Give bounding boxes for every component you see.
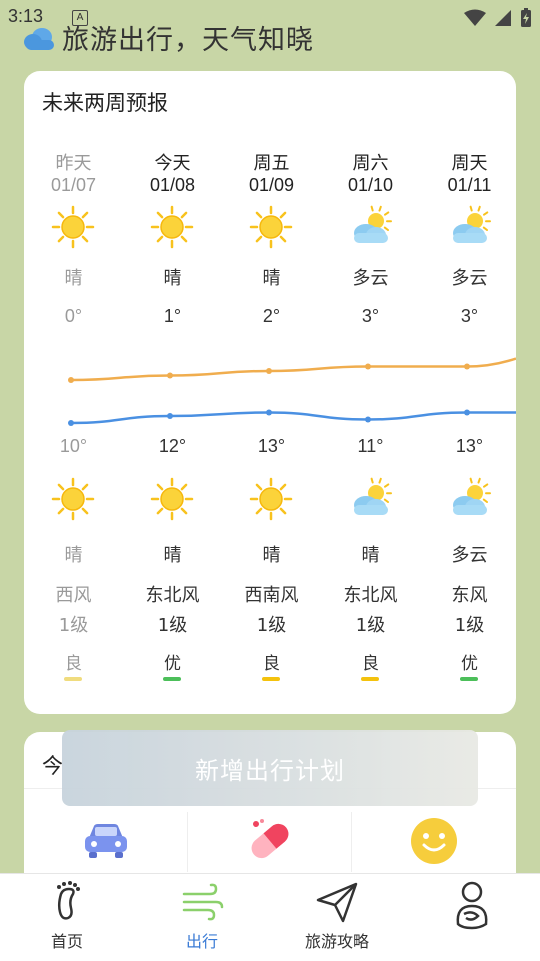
sun-icon <box>51 477 95 521</box>
day-weather-text: 晴 <box>262 268 281 289</box>
car-icon[interactable] <box>81 816 131 866</box>
sun-icon <box>150 205 194 249</box>
date-label: 01/07 <box>50 175 97 195</box>
low-temp: 13° <box>257 436 286 456</box>
day-weather-text: 多云 <box>451 268 488 289</box>
high-temp: 3° <box>460 306 479 326</box>
night-weather-text: 晴 <box>64 545 83 566</box>
night-weather-text: 晴 <box>163 545 182 566</box>
wind-level: 1级 <box>256 615 287 636</box>
sun-icon <box>249 205 293 249</box>
page-title: 旅游出行，天气知晓 <box>62 25 314 56</box>
wind-direction: 东风 <box>451 585 488 606</box>
wind-level: 1级 <box>157 615 188 636</box>
night-weather-text: 晴 <box>262 545 281 566</box>
aqi-label: 优 <box>461 654 478 674</box>
forecast-day-column: 今天 01/08 晴 1° 12° 晴 东北风 1级 优 <box>123 149 222 709</box>
sun-icon <box>249 477 293 521</box>
nav-item-guide[interactable]: 旅游攻略 <box>282 880 392 956</box>
wind-direction: 西风 <box>55 585 92 606</box>
profile-icon <box>456 881 488 930</box>
nav-label-travel: 出行 <box>185 932 218 951</box>
partly-cloudy-icon <box>348 477 392 521</box>
system-icons <box>464 8 532 28</box>
nav-label-guide: 旅游攻略 <box>304 932 369 951</box>
nav-item-home[interactable]: 首页 <box>12 880 122 956</box>
forecast-day-column: 周五 01/09 晴 2° 13° 晴 西南风 1级 良 <box>222 149 321 709</box>
day-weather-text: 晴 <box>163 268 182 289</box>
wind-direction: 西南风 <box>244 585 299 606</box>
forecast-day-column: 周天 01/11 多云 3° 13° 多云 东风 1级 优 <box>420 149 519 709</box>
partly-cloudy-icon <box>447 477 491 521</box>
wind-level: 1级 <box>454 615 485 636</box>
plan-title: 今 <box>42 754 63 778</box>
add-plan-toast[interactable]: 新增出行计划 <box>62 730 478 806</box>
aqi-bar <box>64 677 82 681</box>
day-weather-text: 多云 <box>352 268 389 289</box>
high-temp: 1° <box>163 306 182 326</box>
aqi-bar <box>262 677 280 681</box>
aqi-bar <box>361 677 379 681</box>
nav-item-profile[interactable] <box>417 880 527 956</box>
forecast-title: 未来两周预报 <box>42 91 168 115</box>
low-temp: 12° <box>158 436 187 456</box>
wind-icon <box>182 883 224 921</box>
aqi-label: 优 <box>164 654 181 674</box>
divider <box>351 812 352 872</box>
date-label: 01/09 <box>248 175 295 195</box>
aqi-label: 良 <box>362 654 379 674</box>
sun-icon <box>51 205 95 249</box>
day-label: 周六 <box>352 153 389 174</box>
battery-icon <box>521 8 531 27</box>
night-weather-text: 多云 <box>451 545 488 566</box>
forecast-columns: 昨天 01/07 晴 0° 10° 晴 西风 1级 良 今天 01/08 晴 1… <box>24 149 516 709</box>
forecast-card: 未来两周预报 昨天 01/07 晴 0° 10° 晴 西风 1级 良 今天 01… <box>24 71 516 714</box>
signal-icon <box>495 10 511 26</box>
day-weather-text: 晴 <box>64 268 83 289</box>
day-label: 周天 <box>451 153 488 174</box>
aqi-label: 良 <box>263 654 280 674</box>
high-temp: 0° <box>64 306 83 326</box>
day-label: 周五 <box>253 153 290 174</box>
wind-level: 1级 <box>58 615 89 636</box>
high-temp: 2° <box>262 306 281 326</box>
wind-direction: 东北风 <box>343 585 398 606</box>
pill-icon[interactable] <box>245 816 295 866</box>
wifi-icon <box>464 9 486 26</box>
date-label: 01/10 <box>347 175 394 195</box>
nav-label-home: 首页 <box>50 932 83 951</box>
partly-cloudy-icon <box>447 205 491 249</box>
wind-level: 1级 <box>355 615 386 636</box>
date-label: 01/08 <box>149 175 196 195</box>
aqi-bar <box>163 677 181 681</box>
low-temp: 11° <box>357 436 384 456</box>
send-icon <box>316 882 358 923</box>
sun-icon <box>150 477 194 521</box>
page-header: 旅游出行，天气知晓 <box>22 18 314 57</box>
nav-item-travel[interactable]: 出行 <box>147 880 257 956</box>
day-label: 昨天 <box>55 153 92 174</box>
forecast-day-column: 周六 01/10 多云 3° 11° 晴 东北风 1级 良 <box>321 149 420 709</box>
bottom-nav: 首页 出行 旅游攻略 <box>0 873 540 961</box>
low-temp: 13° <box>455 436 484 456</box>
wind-direction: 东北风 <box>145 585 200 606</box>
aqi-bar <box>460 677 478 681</box>
footprint-icon <box>57 881 80 920</box>
low-temp: 10° <box>59 436 88 456</box>
cloud-icon <box>24 27 54 50</box>
divider <box>187 812 188 872</box>
aqi-label: 良 <box>65 654 82 674</box>
smile-icon[interactable] <box>409 816 459 866</box>
night-weather-text: 晴 <box>361 545 380 566</box>
day-label: 今天 <box>154 153 191 174</box>
partly-cloudy-icon <box>348 205 392 249</box>
high-temp: 3° <box>361 306 380 326</box>
date-label: 01/11 <box>447 175 492 195</box>
forecast-day-column: 昨天 01/07 晴 0° 10° 晴 西风 1级 良 <box>24 149 123 709</box>
